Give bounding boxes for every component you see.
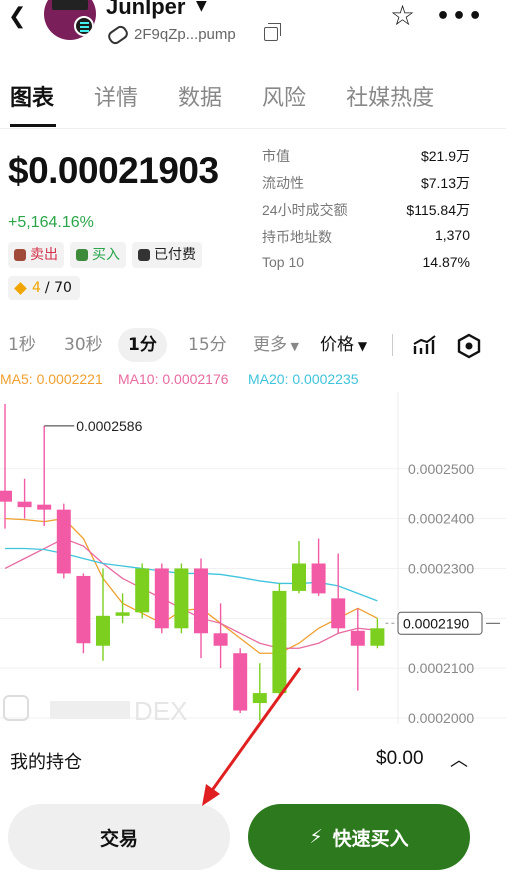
- candle-body: [56, 509, 71, 574]
- token-title[interactable]: JunIper: [106, 0, 185, 20]
- rank-total: / 70: [44, 280, 72, 296]
- contract-address: 2F9qZp...pump: [134, 26, 236, 43]
- candle-body: [96, 615, 110, 646]
- y-tick-label: 0.0002400: [408, 511, 474, 527]
- tab-bar: 图表 详情 数据 风险 社媒热度: [10, 80, 474, 114]
- money-bag-icon: [76, 249, 88, 261]
- tab-data[interactable]: 数据: [178, 80, 222, 114]
- sell-icon: [14, 249, 26, 261]
- price-selector[interactable]: 价格 ▼: [320, 328, 367, 362]
- candle-body: [350, 630, 365, 646]
- okx-logo-icon: [50, 701, 130, 719]
- candle-body: [37, 504, 52, 510]
- current-price-label: 0.0002190: [403, 615, 469, 631]
- lightning-icon: ⚡: [309, 826, 323, 848]
- hat-icon: [52, 0, 88, 10]
- tab-divider: [0, 128, 506, 129]
- paid-icon: [138, 249, 150, 261]
- watermark: DEX: [3, 695, 187, 726]
- price-change: +5,164.16%: [8, 214, 94, 231]
- tab-details[interactable]: 详情: [94, 80, 138, 114]
- trade-button[interactable]: 交易: [8, 804, 230, 870]
- avatar: [44, 0, 96, 40]
- candle-body: [0, 490, 12, 502]
- star-icon[interactable]: ☆: [390, 0, 415, 32]
- tab-social[interactable]: 社媒热度: [346, 80, 434, 114]
- solana-icon: [74, 16, 94, 36]
- tag-row: 卖出 买入 已付费: [8, 242, 202, 268]
- ma20-label: MA20: 0.0002235: [248, 371, 359, 387]
- tab-underline: [10, 124, 56, 127]
- sell-tag[interactable]: 卖出: [8, 242, 64, 268]
- candle-body: [213, 633, 228, 646]
- stat-row: Top 10 14.87%: [262, 254, 470, 270]
- sell-tag-label: 卖出: [30, 247, 58, 263]
- indicator-icon[interactable]: [412, 334, 438, 358]
- back-icon[interactable]: ❮: [8, 4, 30, 30]
- caret-down-icon[interactable]: ▼: [196, 0, 207, 14]
- holdings-label: 我的持仓: [10, 752, 82, 773]
- candle-body: [272, 590, 287, 694]
- candle-body: [331, 598, 346, 629]
- rank-badge[interactable]: 4 / 70: [8, 276, 80, 300]
- interval-15m[interactable]: 15分: [188, 328, 227, 362]
- stats-panel: 市值 $21.9万 流动性 $7.13万 24小时成交额 $115.84万 持币地址数…: [262, 146, 470, 281]
- settings-icon[interactable]: [456, 333, 482, 359]
- stat-row: 流动性 $7.13万: [262, 175, 470, 191]
- y-tick-label: 0.0002300: [408, 560, 474, 576]
- y-tick-label: 0.0002500: [408, 461, 474, 477]
- paid-tag[interactable]: 已付费: [132, 242, 202, 268]
- candle-body: [135, 568, 150, 613]
- interval-1s[interactable]: 1秒: [8, 328, 36, 362]
- quick-buy-button[interactable]: ⚡ 快速买入: [248, 804, 470, 870]
- current-price: $0.00021903: [8, 150, 219, 191]
- chevron-up-icon[interactable]: ︿: [450, 746, 468, 772]
- y-tick-label: 0.0002100: [408, 660, 474, 676]
- quick-buy-label: 快速买入: [332, 827, 409, 850]
- tab-risk[interactable]: 风险: [262, 80, 306, 114]
- high-price-label: 0.0002586: [76, 418, 142, 434]
- interval-30s[interactable]: 30秒: [64, 328, 103, 362]
- pill-icon: [105, 23, 131, 47]
- paid-tag-label: 已付费: [154, 247, 196, 263]
- candle-body: [370, 628, 385, 646]
- candle-body: [154, 568, 169, 629]
- candlestick-chart[interactable]: DEX 0.00025000.00024000.00023000.0002200…: [0, 368, 506, 726]
- diamond-icon: [14, 281, 27, 295]
- interval-bar: 1秒 30秒 1分 15分 更多 ▼ 价格 ▼: [0, 328, 506, 364]
- candle-body: [76, 575, 91, 644]
- candle-body: [252, 693, 267, 704]
- holdings-value: $0.00: [376, 748, 424, 769]
- y-tick-label: 0.0002000: [408, 710, 474, 726]
- ma10-label: MA10: 0.0002176: [118, 371, 229, 387]
- candle-body: [311, 563, 326, 594]
- candle-body: [174, 568, 189, 629]
- interval-1m[interactable]: 1分: [118, 328, 167, 362]
- buy-tag-label: 买入: [92, 247, 120, 263]
- candle-body: [115, 612, 130, 616]
- interval-more[interactable]: 更多 ▼: [253, 328, 299, 362]
- stat-row: 24小时成交额 $115.84万: [262, 202, 470, 218]
- watermark-text: DEX: [134, 696, 187, 726]
- buy-tag[interactable]: 买入: [70, 242, 126, 268]
- stat-row: 市值 $21.9万: [262, 148, 470, 164]
- rank-value: 4: [32, 280, 41, 296]
- ma5-label: MA5: 0.0002221: [0, 371, 103, 387]
- candle-body: [17, 501, 32, 508]
- copy-icon[interactable]: [264, 23, 281, 41]
- candle-body: [292, 563, 306, 591]
- more-icon[interactable]: •••: [436, 4, 484, 29]
- stat-row: 持币地址数 1,370: [262, 227, 470, 245]
- separator: [392, 334, 393, 356]
- reset-zoom-icon[interactable]: [3, 695, 29, 721]
- candle-body: [233, 653, 248, 711]
- tab-chart[interactable]: 图表: [10, 80, 54, 114]
- candle-body: [194, 568, 208, 634]
